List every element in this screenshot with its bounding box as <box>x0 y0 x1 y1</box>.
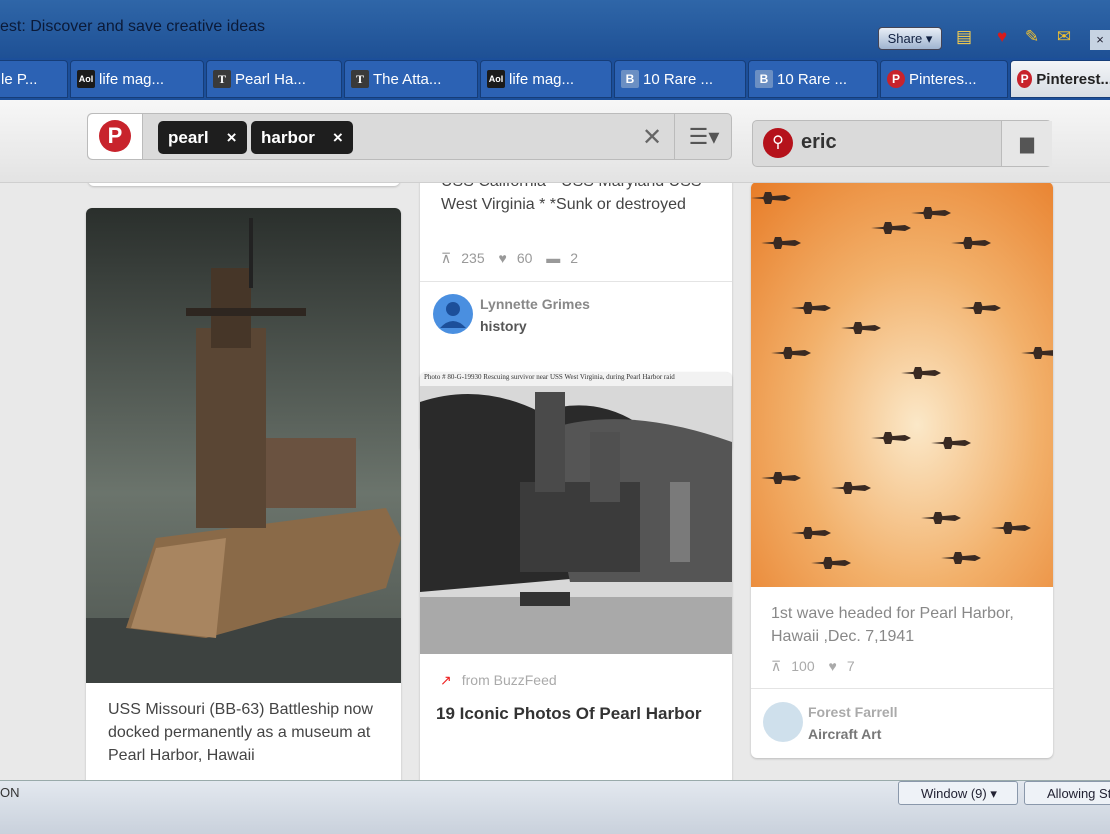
pin-card-missouri[interactable]: USS Missouri (BB-63) Battleship now dock… <box>86 208 401 780</box>
pin-stats: ⊼ 100 ♥ 7 <box>771 658 865 675</box>
b-icon: B <box>621 70 639 88</box>
tab-label: 10 Rare ... <box>777 70 848 88</box>
window-close-icon[interactable]: × <box>1090 30 1110 50</box>
tab-label: le P... <box>1 70 38 88</box>
like-count: 7 <box>846 658 855 674</box>
tab-3[interactable]: T Pearl Ha... <box>206 60 342 98</box>
window-title: est: Discover and save creative ideas <box>0 18 266 35</box>
times-icon: T <box>351 70 369 88</box>
battleship-image[interactable] <box>86 208 401 683</box>
messages-icon[interactable]: ▆ <box>1001 121 1052 166</box>
avatar[interactable] <box>763 702 803 742</box>
tab-2[interactable]: Aol life mag... <box>70 60 204 98</box>
divider <box>420 281 732 282</box>
board-name[interactable]: history <box>480 318 527 334</box>
aol-icon: Aol <box>77 70 95 88</box>
bomber-art-image[interactable] <box>751 182 1053 587</box>
pearl-harbor-photo[interactable] <box>420 372 732 654</box>
status-text: ON <box>0 785 20 800</box>
pin-card-buzzfeed[interactable]: Photo # 80-G-19930 Rescuing survivor nea… <box>420 372 732 780</box>
tab-strip: le P... Aol life mag... T Pearl Ha... T … <box>0 58 1110 100</box>
tab-label: Pinteres... <box>909 70 977 88</box>
remove-token-icon[interactable]: × <box>227 128 237 147</box>
tab-6[interactable]: B 10 Rare ... <box>614 60 746 98</box>
tab-label: Pinterest... <box>1036 70 1110 88</box>
allowing-button[interactable]: Allowing St <box>1024 781 1110 805</box>
board-name[interactable]: Aircraft Art <box>808 726 881 742</box>
token-label: pearl <box>168 128 209 147</box>
share-button[interactable]: Share ▾ <box>878 27 942 50</box>
tab-label: life mag... <box>509 70 575 88</box>
heart-icon: ♥ <box>828 658 837 674</box>
times-icon: T <box>213 70 231 88</box>
pin-icon: ⚲ <box>763 128 793 158</box>
tab-active-pinterest[interactable]: P Pinterest... <box>1010 60 1110 98</box>
tools-icon[interactable]: ✎ <box>1020 26 1044 48</box>
remove-token-icon[interactable]: × <box>333 128 343 147</box>
token-label: harbor <box>261 128 315 147</box>
tab-7[interactable]: B 10 Rare ... <box>748 60 878 98</box>
pinner-name[interactable]: Forest Farrell <box>808 704 897 720</box>
search-token-harbor[interactable]: harbor × <box>251 121 353 154</box>
pinner-name[interactable]: Lynnette Grimes <box>480 296 590 312</box>
repin-icon: ⊼ <box>441 250 452 266</box>
mail-icon[interactable]: ✉ <box>1052 26 1076 48</box>
repin-count: 100 <box>791 658 815 674</box>
status-bar: ON Window (9) ▾ Allowing St <box>0 780 1110 834</box>
tab-label: The Atta... <box>373 70 442 88</box>
comment-count: 2 <box>570 250 579 266</box>
divider <box>751 688 1053 689</box>
user-icon <box>440 302 466 328</box>
source-text: from BuzzFeed <box>461 672 557 688</box>
avatar[interactable] <box>433 294 473 334</box>
tab-4[interactable]: T The Atta... <box>344 60 478 98</box>
pin-title[interactable]: 19 Iconic Photos Of Pearl Harbor <box>436 702 706 725</box>
pinterest-icon: P <box>887 70 905 88</box>
photo-caption: Photo # 80-G-19930 Rescuing survivor nea… <box>424 373 675 381</box>
window-dropdown-label: Window (9) <box>921 786 987 801</box>
print-icon[interactable]: ▤ <box>952 26 976 48</box>
pin-card-planes[interactable]: 1st wave headed for Pearl Harbor, Hawaii… <box>751 182 1053 758</box>
tab-label: Pearl Ha... <box>235 70 306 88</box>
user-menu[interactable]: ⚲ eric ▆ <box>752 120 1052 167</box>
aol-icon: Aol <box>487 70 505 88</box>
source-line[interactable]: ↗ from BuzzFeed <box>440 672 567 689</box>
tab-8[interactable]: P Pinteres... <box>880 60 1008 98</box>
pinterest-icon: P <box>99 120 131 152</box>
heart-icon[interactable]: ♥ <box>990 26 1014 48</box>
search-token-pearl[interactable]: pearl × <box>158 121 247 154</box>
pinterest-header: P pearl × harbor × ✕ ☰▾ ⚲ eric ▆ <box>0 100 1110 183</box>
like-count: 60 <box>516 250 533 266</box>
b-icon: B <box>755 70 773 88</box>
pinterest-logo[interactable]: P <box>88 114 143 159</box>
menu-icon[interactable]: ☰▾ <box>674 114 733 159</box>
search-bar[interactable]: P pearl × harbor × ✕ ☰▾ <box>87 113 732 160</box>
tab-5[interactable]: Aol life mag... <box>480 60 612 98</box>
pin-stats: ⊼ 235 ♥ 60 ▬ 2 <box>441 250 588 267</box>
tab-label: 10 Rare ... <box>643 70 714 88</box>
page-content: USS Missouri (BB-63) Battleship now dock… <box>0 100 1110 780</box>
pin-description: USS Missouri (BB-63) Battleship now dock… <box>108 701 373 764</box>
repin-icon: ⊼ <box>771 658 782 674</box>
window-dropdown[interactable]: Window (9) ▾ <box>898 781 1018 805</box>
clear-search-icon[interactable]: ✕ <box>642 123 662 152</box>
pin-description: 1st wave headed for Pearl Harbor, Hawaii… <box>771 605 1014 645</box>
trending-arrow-icon: ↗ <box>440 672 452 688</box>
user-name[interactable]: eric <box>801 131 837 154</box>
tab-label: life mag... <box>99 70 165 88</box>
allowing-label: Allowing St <box>1047 786 1110 801</box>
window-title-bar: est: Discover and save creative ideas Sh… <box>0 0 1110 62</box>
repin-count: 235 <box>461 250 485 266</box>
pinterest-icon: P <box>1017 70 1033 88</box>
heart-icon: ♥ <box>498 250 507 266</box>
comment-icon: ▬ <box>546 250 561 266</box>
tab-1[interactable]: le P... <box>0 60 68 98</box>
